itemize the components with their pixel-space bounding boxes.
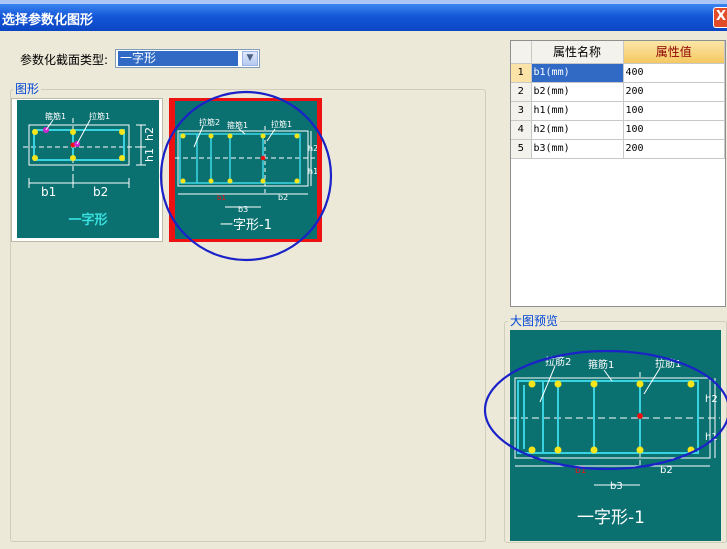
figure-2-caption: 一字形-1: [220, 218, 272, 233]
preview-group-label: 大图预览: [508, 312, 561, 329]
preview-tie2-label: 拉筋2: [545, 355, 571, 368]
figures-group-label: 图形: [13, 80, 42, 97]
row-index: 4: [511, 120, 532, 140]
property-value[interactable]: 100: [623, 120, 725, 140]
row-index: 5: [511, 139, 532, 159]
table-row[interactable]: 5 b3(mm) 200: [511, 139, 725, 159]
window-title: 选择参数化图形: [2, 13, 94, 28]
row-index: 1: [511, 63, 532, 83]
figure-thumbnail-1[interactable]: 箍筋1 拉筋1 b1 b2 h1 h2 一字形: [17, 100, 159, 238]
preview-b1-label: b1: [575, 466, 586, 476]
column-header-value[interactable]: 属性值: [623, 41, 725, 64]
preview-b3-label: b3: [610, 481, 623, 492]
figure-1-b2-label: b2: [93, 185, 108, 199]
property-name[interactable]: b1(mm): [531, 63, 624, 83]
close-button[interactable]: X: [713, 7, 727, 28]
figure-2-h2-label: h2: [308, 144, 317, 153]
close-icon: X: [716, 9, 727, 24]
preview-b2-label: b2: [660, 465, 673, 476]
figure-1-b1-label: b1: [41, 185, 56, 199]
figure-1-h2-label: h2: [143, 127, 156, 141]
property-value[interactable]: 200: [623, 82, 725, 102]
preview-stirrup-label: 箍筋1: [588, 358, 614, 371]
figure-2-tie2-label: 拉筋2: [199, 117, 220, 127]
property-name[interactable]: b3(mm): [531, 139, 624, 159]
property-name[interactable]: h1(mm): [531, 101, 624, 121]
column-header-name[interactable]: 属性名称: [531, 41, 624, 64]
figure-2-drawing: 拉筋2 箍筋1 拉筋1 b1 b2 b3 h1 h2 一字形-1: [175, 117, 318, 233]
row-index: 3: [511, 101, 532, 121]
property-value[interactable]: 100: [623, 101, 725, 121]
property-value[interactable]: 400: [623, 63, 725, 83]
figure-1-stirrup-label: 箍筋1: [45, 111, 66, 121]
figure-2-b3-label: b3: [238, 205, 248, 214]
preview-h2-label: h2: [705, 394, 718, 405]
table-row[interactable]: 2 b2(mm) 200: [511, 82, 725, 102]
section-type-value: 一字形: [118, 51, 238, 66]
figure-2-tie1-label: 拉筋1: [271, 119, 292, 129]
figure-2-b1-label: b1: [217, 194, 226, 202]
chevron-down-icon[interactable]: ▼: [242, 51, 258, 66]
table-row[interactable]: 1 b1(mm) 400: [511, 63, 725, 83]
large-preview: 拉筋2 箍筋1 拉筋1 b1 b2 b3 h1 h2 一字形-1: [510, 330, 721, 541]
figure-1-caption: 一字形: [68, 212, 107, 228]
row-index: 2: [511, 82, 532, 102]
table-row[interactable]: 3 h1(mm) 100: [511, 101, 725, 121]
section-type-select[interactable]: 一字形 ▼: [115, 49, 260, 68]
title-bar: 选择参数化图形 X: [0, 0, 727, 31]
figure-1-drawing: 箍筋1 拉筋1 b1 b2 h1 h2 一字形: [23, 111, 156, 228]
table-row[interactable]: 4 h2(mm) 100: [511, 120, 725, 140]
property-name[interactable]: h2(mm): [531, 120, 624, 140]
preview-tie1-label: 拉筋1: [655, 357, 681, 370]
figure-thumbnail-2[interactable]: 拉筋2 箍筋1 拉筋1 b1 b2 b3 h1 h2 一字形-1: [175, 101, 318, 239]
figure-2-b2-label: b2: [278, 193, 288, 202]
grid-corner: [511, 41, 532, 64]
figure-1-h1-label: h1: [143, 148, 156, 162]
preview-h1-label: h1: [705, 432, 718, 443]
figure-1-tie-label: 拉筋1: [89, 111, 110, 121]
preview-drawing: 拉筋2 箍筋1 拉筋1 b1 b2 b3 h1 h2 一字形-1: [510, 355, 720, 528]
preview-caption: 一字形-1: [577, 508, 645, 528]
section-type-label: 参数化截面类型:: [20, 53, 109, 67]
property-name[interactable]: b2(mm): [531, 82, 624, 102]
figure-2-stirrup-label: 箍筋1: [227, 120, 248, 130]
property-value[interactable]: 200: [623, 139, 725, 159]
figure-2-h1-label: h1: [308, 167, 317, 176]
properties-grid[interactable]: 属性名称 属性值 1 b1(mm) 400 2 b2(mm) 200 3 h1(…: [510, 40, 726, 307]
